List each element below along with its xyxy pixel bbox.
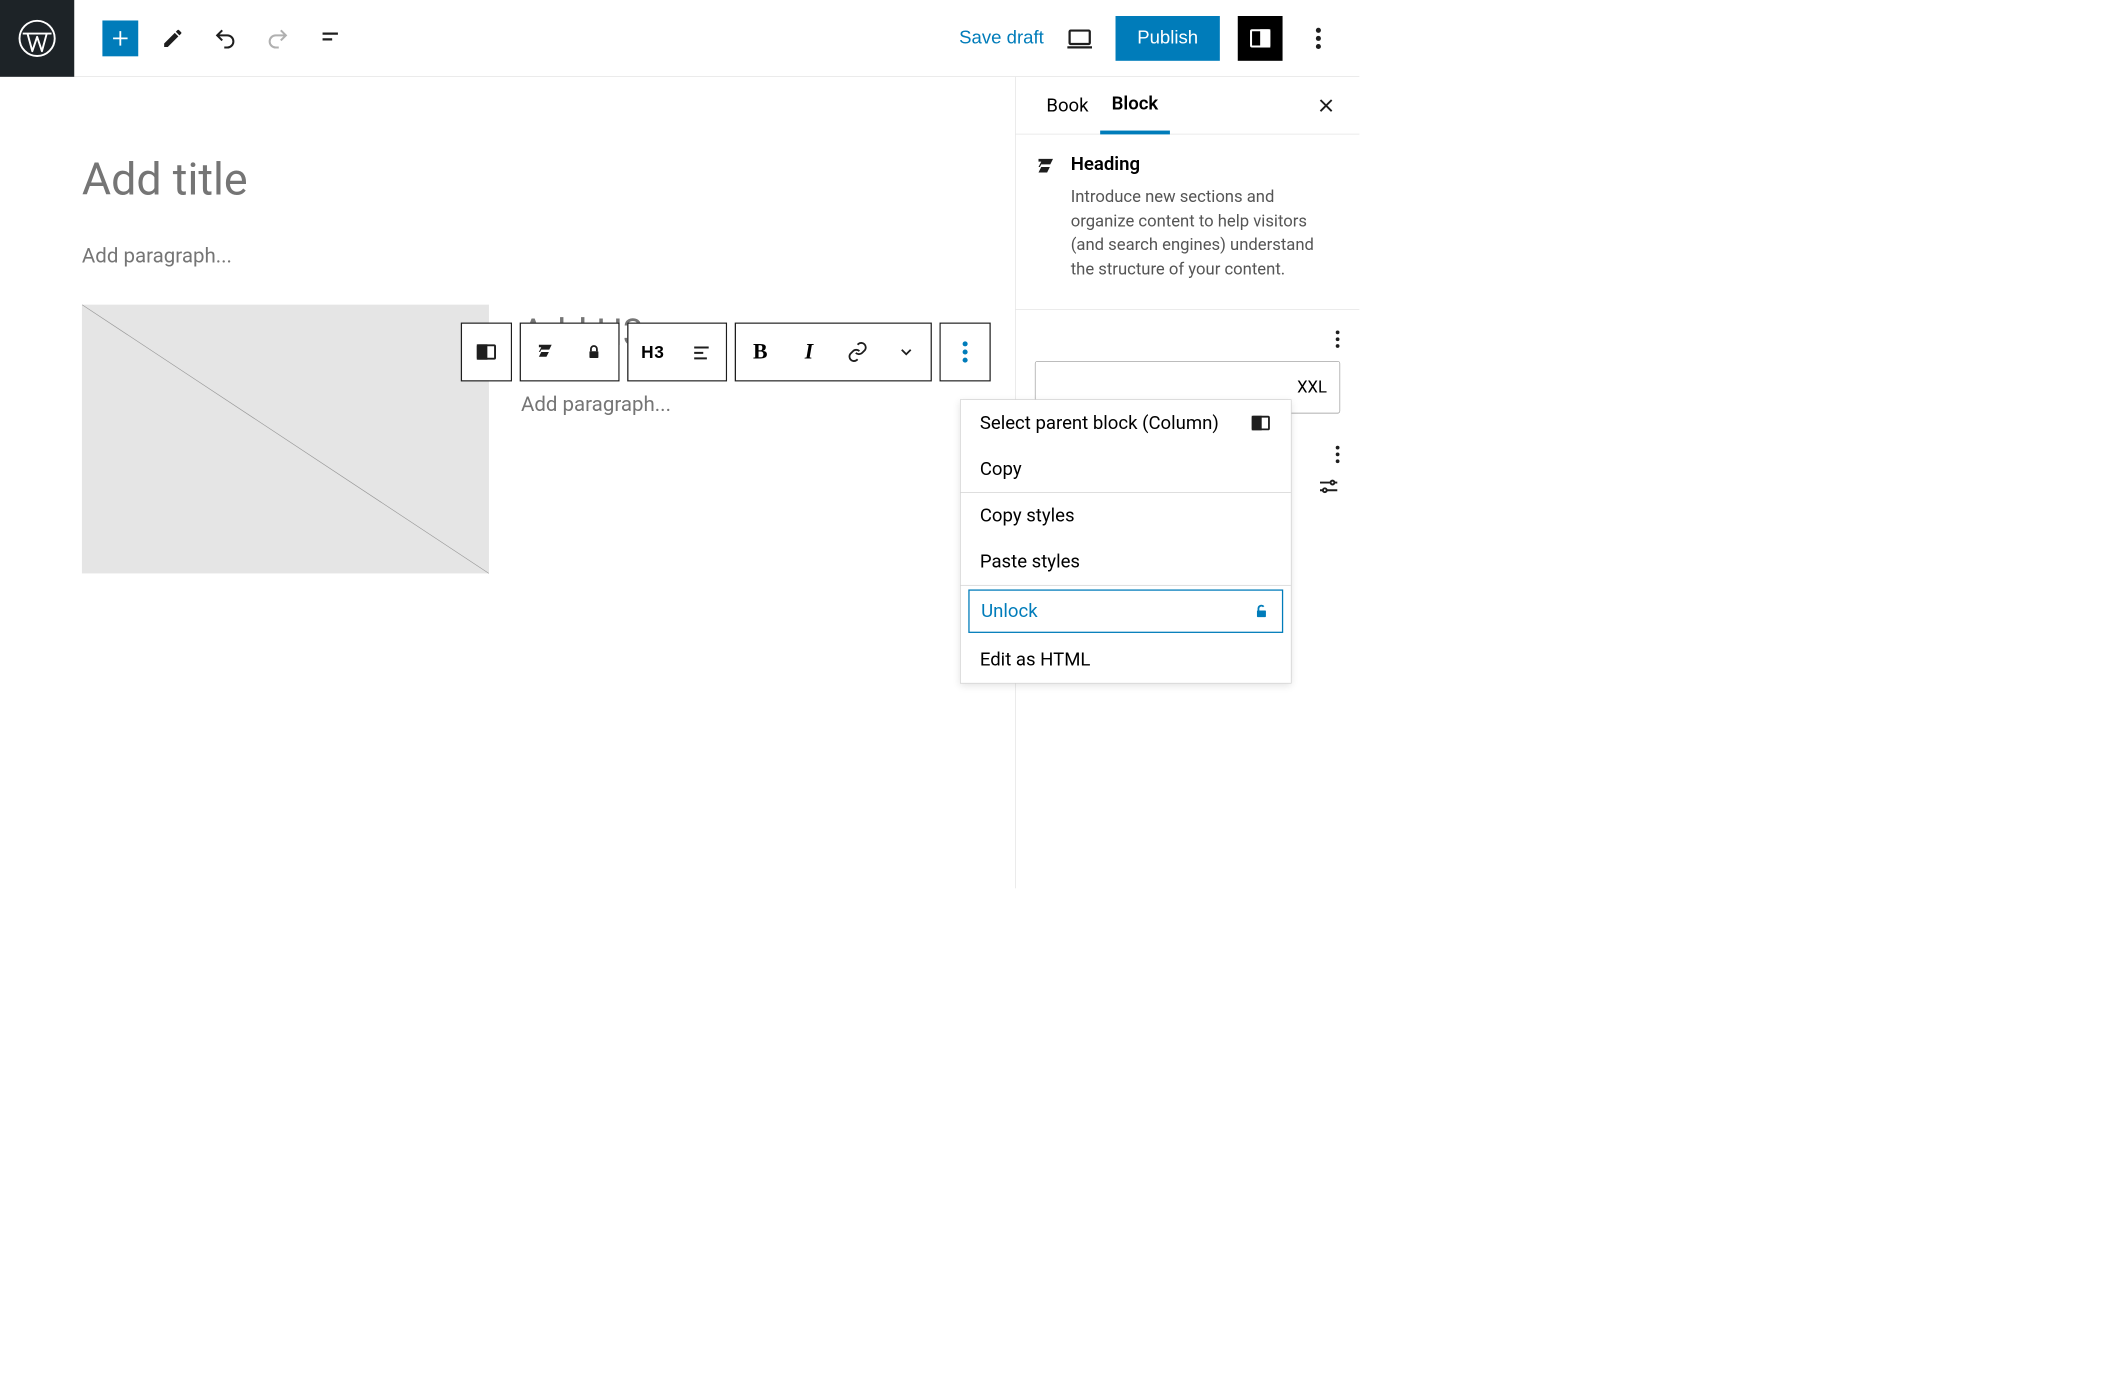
image-placeholder[interactable] [82,305,489,574]
block-info-description: Introduce new sections and organize cont… [1071,186,1340,282]
panel-options-button[interactable] [1335,329,1340,349]
italic-button[interactable]: I [785,324,834,380]
undo-button[interactable] [207,20,243,56]
copy-styles-label: Copy styles [980,505,1075,527]
size-option-xxl[interactable]: XXL [1284,361,1339,412]
topbar: Save draft Publish [0,0,1359,77]
block-options-dropdown: Select parent block (Column) Copy Copy s… [960,399,1292,683]
edit-as-html-item[interactable]: Edit as HTML [961,637,1291,683]
column-icon [1250,412,1272,434]
paste-styles-item[interactable]: Paste styles [961,539,1291,585]
typography-options-button[interactable] [1335,444,1340,464]
block-more-options-button[interactable] [941,324,990,380]
post-title-input[interactable]: Add title [82,154,933,206]
settings-sliders-icon[interactable] [1317,475,1340,498]
document-overview-button[interactable] [312,20,348,56]
select-parent-label: Select parent block (Column) [980,412,1219,434]
unlock-label: Unlock [981,600,1038,622]
copy-item[interactable]: Copy [961,446,1291,492]
editor-canvas: Add title Add paragraph... Add H3... Add… [0,77,1015,889]
unlock-item[interactable]: Unlock [968,589,1283,633]
copy-styles-item[interactable]: Copy styles [961,493,1291,539]
content-row: Add title Add paragraph... Add H3... Add… [0,77,1359,889]
link-button[interactable] [833,324,882,380]
more-rich-text-button[interactable] [882,324,931,380]
block-toolbar: H3 B I [461,323,991,382]
sidebar-tabs: Book Block [1016,77,1360,135]
options-button[interactable] [1300,20,1336,56]
align-button[interactable] [677,324,726,380]
wordpress-logo[interactable] [0,0,74,76]
copy-label: Copy [980,458,1022,480]
close-sidebar-button[interactable] [1312,91,1340,119]
block-info-card: Heading Introduce new sections and organ… [1016,134,1360,309]
edit-as-html-label: Edit as HTML [980,649,1091,671]
lock-icon[interactable] [570,324,619,380]
heading-block-icon[interactable] [521,324,570,380]
top-left-tools [74,20,348,56]
tab-block[interactable]: Block [1100,76,1170,134]
paste-styles-label: Paste styles [980,551,1080,573]
parent-column-icon[interactable] [462,324,511,380]
save-draft-button[interactable]: Save draft [959,28,1044,49]
unlock-icon [1252,602,1270,620]
heading-level-button[interactable]: H3 [628,324,677,380]
top-right-tools: Save draft Publish [959,16,1359,61]
block-info-title: Heading [1071,154,1340,176]
tab-book[interactable]: Book [1035,76,1100,134]
redo-button[interactable] [260,20,296,56]
bold-button[interactable]: B [736,324,785,380]
settings-sidebar-toggle[interactable] [1238,16,1283,61]
heading-icon [1035,154,1057,282]
block-inserter-button[interactable] [102,20,138,56]
paragraph-input[interactable]: Add paragraph... [82,243,933,267]
preview-button[interactable] [1062,20,1098,56]
edit-tool-button[interactable] [155,20,191,56]
select-parent-item[interactable]: Select parent block (Column) [961,400,1291,446]
publish-button[interactable]: Publish [1115,16,1219,61]
column-paragraph-input[interactable]: Add paragraph... [521,392,933,416]
